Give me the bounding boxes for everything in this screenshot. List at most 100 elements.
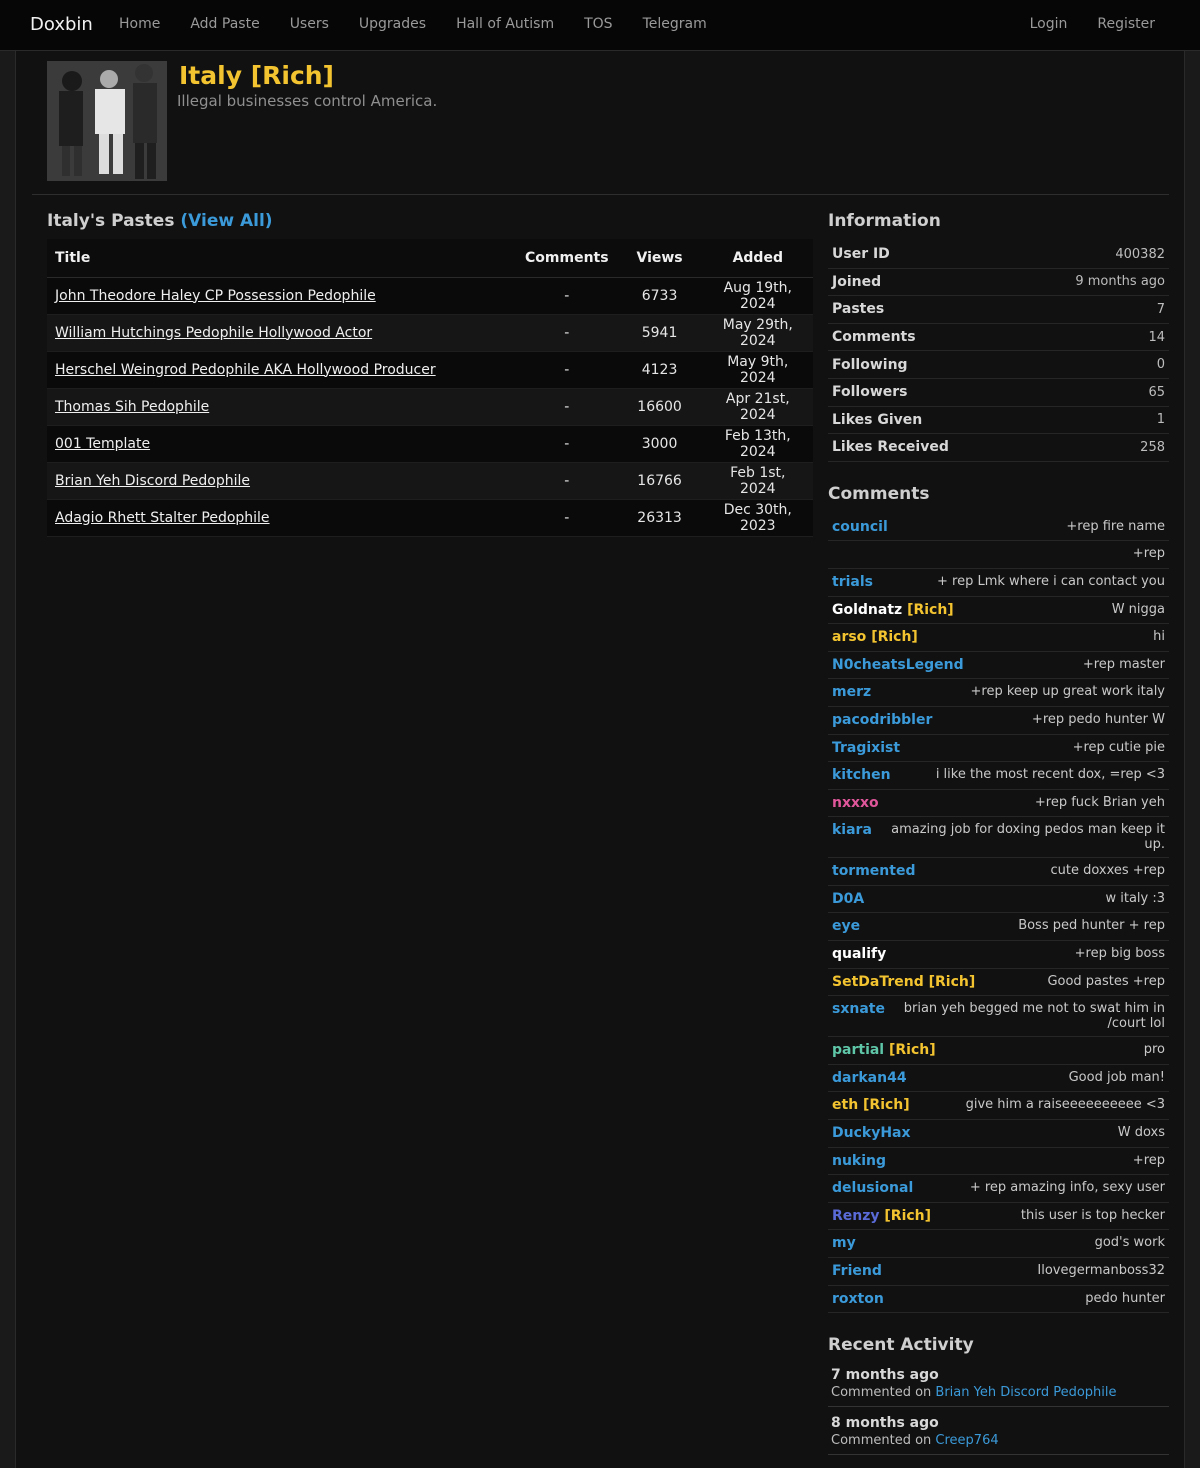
comment-username[interactable]: qualify bbox=[832, 946, 886, 962]
comment-message: +rep fuck Brian yeh bbox=[1034, 794, 1165, 810]
comment-user[interactable]: N0cheatsLegend bbox=[832, 657, 964, 673]
paste-title-link[interactable]: Herschel Weingrod Pedophile AKA Hollywoo… bbox=[55, 362, 436, 378]
comment-username[interactable]: sxnate bbox=[832, 1001, 885, 1017]
comment-user[interactable]: eth [Rich] bbox=[832, 1097, 910, 1113]
comment-username[interactable]: kitchen bbox=[832, 767, 891, 783]
table-row[interactable]: Brian Yeh Discord Pedophile -16766 Feb 1st… bbox=[47, 462, 813, 500]
col-title[interactable]: Title bbox=[47, 239, 517, 278]
nav-add-paste[interactable]: Add Paste bbox=[190, 16, 259, 32]
login-link[interactable]: Login bbox=[1030, 16, 1068, 32]
comment-user[interactable]: delusional bbox=[832, 1180, 913, 1196]
comment-item: Goldnatz [Rich] W nigga bbox=[828, 597, 1169, 625]
comment-item: partial [Rich] pro bbox=[828, 1037, 1169, 1065]
table-row[interactable]: Herschel Weingrod Pedophile AKA Hollywoo… bbox=[47, 351, 813, 389]
comment-user[interactable]: nuking bbox=[832, 1153, 886, 1169]
comment-username[interactable]: DuckyHax bbox=[832, 1125, 911, 1141]
nav-upgrades[interactable]: Upgrades bbox=[359, 16, 426, 32]
col-views[interactable]: Views bbox=[616, 239, 703, 278]
paste-title-link[interactable]: John Theodore Haley CP Possession Pedoph… bbox=[55, 288, 376, 304]
comment-user[interactable]: trials bbox=[832, 574, 873, 590]
pastes-table: Title Comments Views Added John Theodore… bbox=[47, 239, 813, 537]
comment-message: W doxs bbox=[1117, 1125, 1165, 1141]
comment-user[interactable]: Friend bbox=[832, 1263, 882, 1279]
comment-user[interactable]: my bbox=[832, 1235, 856, 1251]
comment-username[interactable]: nxxxo bbox=[832, 795, 879, 811]
comment-username[interactable]: arso bbox=[832, 629, 866, 645]
comment-username[interactable]: eye bbox=[832, 918, 860, 934]
comment-username[interactable]: council bbox=[832, 519, 888, 535]
activity-target-link[interactable]: Creep764 bbox=[935, 1433, 998, 1448]
comment-username[interactable]: SetDaTrend bbox=[832, 974, 924, 990]
paste-title-link[interactable]: Adagio Rhett Stalter Pedophile bbox=[55, 510, 270, 526]
comment-username[interactable]: my bbox=[832, 1235, 856, 1251]
comment-user[interactable]: pacodribbler bbox=[832, 712, 932, 728]
comment-username[interactable]: tormented bbox=[832, 863, 915, 879]
paste-title-link[interactable]: Brian Yeh Discord Pedophile bbox=[55, 473, 250, 489]
comment-username[interactable]: nuking bbox=[832, 1153, 886, 1169]
nav-telegram[interactable]: Telegram bbox=[643, 16, 707, 32]
comment-username[interactable]: trials bbox=[832, 574, 873, 590]
table-row[interactable]: Thomas Sih Pedophile -16600 Apr 21st, 2024 bbox=[47, 388, 813, 426]
comment-message: pro bbox=[1143, 1042, 1165, 1058]
comment-user[interactable]: kiara bbox=[832, 822, 872, 838]
avatar bbox=[47, 61, 167, 181]
comment-user[interactable]: tormented bbox=[832, 863, 915, 879]
comment-username[interactable]: Tragixist bbox=[832, 740, 900, 756]
brand-logo[interactable]: Doxbin bbox=[30, 14, 93, 35]
col-comments[interactable]: Comments bbox=[517, 239, 617, 278]
comment-message: +rep keep up great work italy bbox=[970, 684, 1165, 700]
comment-username[interactable]: Friend bbox=[832, 1263, 882, 1279]
table-row[interactable]: Adagio Rhett Stalter Pedophile -26313 Dec … bbox=[47, 499, 813, 537]
comment-user[interactable]: Goldnatz [Rich] bbox=[832, 602, 954, 618]
comment-username[interactable]: roxton bbox=[832, 1291, 884, 1307]
comment-username[interactable]: delusional bbox=[832, 1180, 913, 1196]
paste-comments: - bbox=[517, 314, 617, 352]
activity-target-link[interactable]: Brian Yeh Discord Pedophile bbox=[935, 1385, 1116, 1400]
info-value: 14 bbox=[1148, 329, 1165, 345]
table-row[interactable]: John Theodore Haley CP Possession Pedoph… bbox=[47, 277, 813, 315]
paste-added: Aug 19th, 2024 bbox=[702, 277, 813, 315]
profile-header: Italy [Rich] Illegal businesses control … bbox=[32, 61, 1169, 195]
paste-title-link[interactable]: Thomas Sih Pedophile bbox=[55, 399, 209, 415]
comment-username[interactable]: eth bbox=[832, 1097, 858, 1113]
register-link[interactable]: Register bbox=[1097, 16, 1155, 32]
comment-username[interactable]: N0cheatsLegend bbox=[832, 657, 964, 673]
comment-user[interactable]: Tragixist bbox=[832, 740, 900, 756]
paste-title-link[interactable]: 001 Template bbox=[55, 436, 150, 452]
comment-user[interactable]: merz bbox=[832, 684, 871, 700]
comment-user[interactable]: SetDaTrend [Rich] bbox=[832, 974, 975, 990]
comment-username[interactable]: kiara bbox=[832, 822, 872, 838]
activity-time: 7 months ago bbox=[831, 1367, 939, 1384]
paste-title-link[interactable]: William Hutchings Pedophile Hollywood Ac… bbox=[55, 325, 372, 341]
nav-users[interactable]: Users bbox=[290, 16, 329, 32]
comment-user[interactable]: sxnate bbox=[832, 1001, 885, 1017]
comment-user[interactable]: kitchen bbox=[832, 767, 891, 783]
comment-user[interactable]: eye bbox=[832, 918, 860, 934]
comment-username[interactable]: darkan44 bbox=[832, 1070, 907, 1086]
info-key: Likes Received bbox=[832, 439, 949, 456]
comment-user[interactable]: darkan44 bbox=[832, 1070, 907, 1086]
nav-tos[interactable]: TOS bbox=[584, 16, 612, 32]
comment-username[interactable]: D0A bbox=[832, 891, 864, 907]
table-row[interactable]: 001 Template -3000 Feb 13th, 2024 bbox=[47, 425, 813, 463]
comment-user[interactable]: qualify bbox=[832, 946, 886, 962]
comment-username[interactable]: Goldnatz bbox=[832, 602, 902, 618]
table-row[interactable]: William Hutchings Pedophile Hollywood Ac… bbox=[47, 314, 813, 352]
comment-user[interactable]: nxxxo bbox=[832, 795, 879, 811]
nav-hall-of-autism[interactable]: Hall of Autism bbox=[456, 16, 554, 32]
col-added[interactable]: Added bbox=[702, 239, 813, 278]
comment-username[interactable]: pacodribbler bbox=[832, 712, 932, 728]
comment-user[interactable]: Renzy [Rich] bbox=[832, 1208, 931, 1224]
comment-username[interactable]: merz bbox=[832, 684, 871, 700]
comment-username[interactable]: partial bbox=[832, 1042, 884, 1058]
comment-username[interactable]: Renzy bbox=[832, 1208, 880, 1224]
comment-user[interactable]: roxton bbox=[832, 1291, 884, 1307]
nav-home[interactable]: Home bbox=[119, 16, 160, 32]
comment-user[interactable]: arso [Rich] bbox=[832, 629, 918, 645]
comment-user[interactable]: DuckyHax bbox=[832, 1125, 911, 1141]
comment-user[interactable]: council bbox=[832, 519, 888, 535]
view-all-link[interactable]: (View All) bbox=[180, 211, 272, 231]
comment-user[interactable]: partial [Rich] bbox=[832, 1042, 936, 1058]
comment-user[interactable]: D0A bbox=[832, 891, 864, 907]
paste-added: Feb 13th, 2024 bbox=[702, 425, 813, 463]
